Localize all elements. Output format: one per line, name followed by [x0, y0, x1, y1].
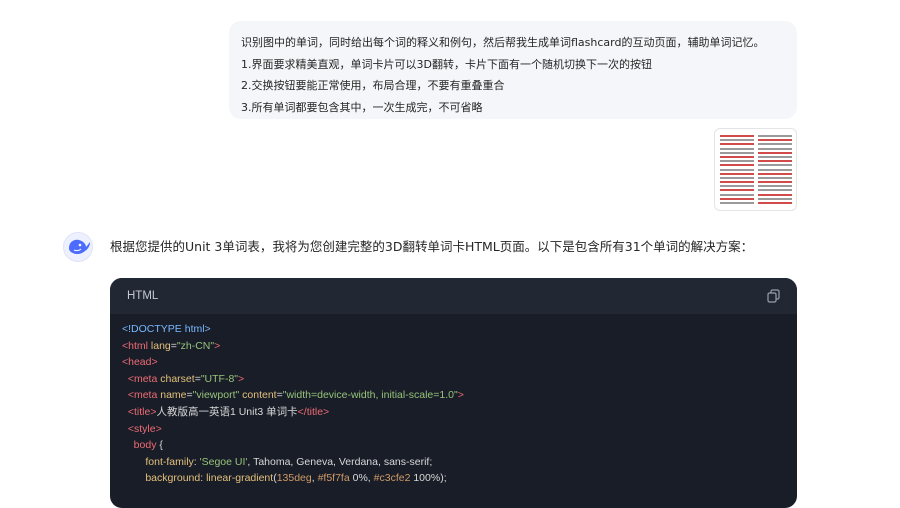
- code-token: <meta: [127, 389, 161, 402]
- code-token: <style>: [127, 422, 162, 435]
- code-token: >: [457, 389, 464, 402]
- user-message-line: 1.界面要求精美直观，单词卡片可以3D翻转，卡片下面有一个随机切换下一次的按钮: [241, 57, 652, 71]
- code-token: 135deg: [276, 472, 312, 485]
- whale-logo-icon: [63, 232, 93, 262]
- code-token: charset: [160, 372, 195, 385]
- copy-icon[interactable]: [765, 288, 781, 304]
- code-line: <meta name="viewport" content="width=dev…: [122, 387, 785, 404]
- code-token: {: [156, 439, 163, 452]
- code-token: 0%,: [349, 472, 374, 485]
- user-message-line: 识别图中的单词，同时给出每个词的释义和例句，然后帮我生成单词flashcard的…: [241, 36, 765, 49]
- code-line: <title>人教版高一英语1 Unit3 单词卡</title>: [122, 404, 785, 421]
- code-token: 'Segoe UI': [199, 455, 248, 468]
- code-token: font-family: [145, 455, 194, 468]
- code-token: );: [440, 472, 447, 485]
- code-token: <html: [122, 339, 151, 352]
- code-block-header: HTML: [110, 278, 797, 314]
- code-token: 人教版高一英语1 Unit3 单词卡: [156, 405, 298, 418]
- code-line: <!DOCTYPE html>: [122, 321, 785, 338]
- code-token: #f5f7fa: [317, 472, 350, 485]
- code-token: <title>: [127, 405, 157, 418]
- code-token: linear-gradient: [206, 472, 274, 485]
- code-token: >: [214, 339, 221, 352]
- code-line: font-family: 'Segoe UI', Tahoma, Geneva,…: [122, 454, 785, 471]
- code-token: name: [160, 389, 187, 402]
- assistant-intro-text: 根据您提供的Unit 3单词表，我将为您创建完整的3D翻转单词卡HTML页面。以…: [110, 239, 754, 254]
- code-language-label: HTML: [127, 290, 159, 302]
- code-token: "viewport": [192, 389, 240, 402]
- code-block: HTML <!DOCTYPE html> <html lang="zh-CN">…: [110, 278, 797, 508]
- code-line: <style>: [122, 421, 785, 438]
- code-token: "width=device-width, initial-scale=1.0": [282, 389, 458, 402]
- user-message-bubble: 识别图中的单词，同时给出每个词的释义和例句，然后帮我生成单词flashcard的…: [229, 21, 797, 119]
- code-token: , Tahoma, Geneva, Verdana, sans-serif;: [247, 455, 433, 468]
- code-token: <head>: [122, 356, 158, 369]
- code-token: 100%: [410, 472, 441, 485]
- image-thumbnail-icon[interactable]: [714, 128, 797, 211]
- code-token: "zh-CN": [176, 339, 215, 352]
- code-line: background: linear-gradient(135deg, #f5f…: [122, 470, 785, 487]
- user-message-line: 2.交换按钮要能正常使用，布局合理，不要有重叠重合: [241, 79, 505, 92]
- code-line: <html lang="zh-CN">: [122, 338, 785, 355]
- code-token: "UTF-8": [200, 372, 239, 385]
- user-message-line: 3.所有单词都要包含其中，一次生成完，不可省略: [241, 100, 483, 114]
- code-token: <!DOCTYPE html>: [122, 323, 211, 335]
- code-token: lang: [150, 339, 171, 352]
- code-token: content: [239, 389, 277, 402]
- code-token: >: [238, 372, 245, 385]
- code-token: body: [133, 439, 157, 452]
- code-token: #c3cfe2: [373, 472, 411, 485]
- code-token: </title>: [297, 405, 330, 418]
- code-line: <head>: [122, 354, 785, 371]
- code-token: background: [145, 472, 201, 485]
- code-line: <meta charset="UTF-8">: [122, 371, 785, 388]
- code-token: <meta: [127, 372, 161, 385]
- code-line: body {: [122, 437, 785, 454]
- code-content: <!DOCTYPE html> <html lang="zh-CN"> <hea…: [110, 314, 797, 487]
